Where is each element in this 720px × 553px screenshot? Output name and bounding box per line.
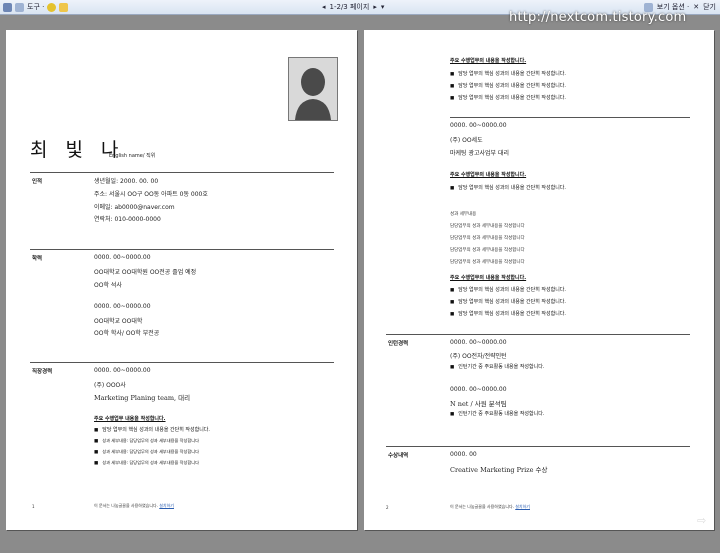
folder-icon[interactable]: [59, 2, 69, 12]
duty-bullet: 담당 업무의 핵심 성과의 내용을 간단히 작성합니다.: [450, 70, 566, 77]
career-line: 0000. 00~0000.00: [94, 367, 151, 374]
section-label-education: 학력: [32, 256, 43, 262]
highlight-icon[interactable]: [47, 2, 57, 12]
page-1: 최 빛 나 English name/ 직위 인적 생년월일: 2000. 00…: [6, 30, 357, 530]
page-2: 주요 수행업무의 내용을 작성합니다. 담당 업무의 핵심 성과의 내용을 간단…: [364, 30, 714, 530]
watermark-url: http://nextcom.tistory.com: [509, 10, 687, 25]
award-line: 0000. 00: [450, 451, 477, 458]
duties-header: 주요 수행업무의 내용을 작성합니다.: [450, 58, 527, 64]
footer-text: 이 문서는 나눔글꼴을 사용하였습니다.: [450, 504, 514, 509]
section-label-personal: 인적: [32, 179, 43, 185]
duty-bullet: 담당 업무의 핵심 성과의 내용을 간단히 작성합니다.: [450, 310, 566, 317]
education-line: 0000. 00~0000.00: [94, 303, 151, 310]
page-footer: 이 문서는 나눔글꼴을 사용하였습니다. 설치하기: [94, 503, 174, 509]
next-page-icon[interactable]: ▸: [373, 0, 377, 14]
career-line: 0000. 00~0000.00: [450, 122, 507, 129]
intern-line: (주) OO전자/전략인턴: [450, 353, 507, 360]
divider: [450, 117, 690, 118]
personal-line: 생년월일: 2000. 00. 00: [94, 178, 159, 185]
detail-line: 성과 세부내용: [450, 212, 477, 217]
divider: [30, 172, 334, 173]
education-line: 0000. 00~0000.00: [94, 254, 151, 261]
award-line: Creative Marketing Prize 수상: [450, 466, 548, 474]
print-icon[interactable]: [3, 2, 12, 12]
personal-line: 연락처: 010-0000-0000: [94, 216, 161, 223]
intern-line: N net / 사원 분석팀: [450, 400, 507, 408]
education-line: OO학 학사/ OO학 부전공: [94, 330, 160, 337]
more-icon[interactable]: ▾: [381, 0, 385, 14]
page-number: 1: [32, 504, 35, 509]
career-line: (주) OO세도: [450, 137, 483, 144]
profile-photo: [288, 57, 338, 121]
duty-bullet: 담당 업무의 핵심 성과의 내용을 간단히 작성합니다.: [450, 286, 566, 293]
detail-line: 담당업무의 성과 세부내용을 작성합니다: [450, 224, 525, 229]
footer-install-link[interactable]: 설치하기: [515, 504, 530, 509]
intern-line: 0000. 00~0000.00: [450, 386, 507, 393]
duties-header: 주요 수행업무의 내용을 작성합니다.: [450, 172, 527, 178]
career-line: Marketing Planing team, 대리: [94, 394, 191, 402]
career-line: 마케팅 광고사업부 대리: [450, 150, 510, 157]
divider: [386, 446, 690, 447]
section-label-intern: 인턴경력: [388, 341, 409, 347]
duty-bullet: 담당 업무의 핵심 성과의 내용을 간단히 작성합니다.: [450, 298, 566, 305]
page-indicator: 1-2/3 페이지: [329, 3, 370, 11]
tools-icon[interactable]: [15, 2, 24, 12]
career-duties-header: 주요 수행업무 내용을 작성합니다.: [94, 416, 166, 422]
personal-line: 주소: 서울시 OO구 OO동 아파트 0동 000호: [94, 191, 208, 198]
intern-bullet: 인턴기간 중 주요활동 내용을 작성합니다.: [450, 410, 544, 417]
divider: [30, 249, 334, 250]
duty-bullet: 담당 업무의 핵심 성과의 내용을 간단히 작성합니다.: [450, 184, 566, 191]
intern-line: 0000. 00~0000.00: [450, 339, 507, 346]
career-line: (주) OOO사: [94, 382, 126, 389]
career-bullet: 성과 세부내용: 담당업무의 성과 세부내용을 작성합니다: [94, 449, 199, 455]
next-page-arrow-icon[interactable]: ⇨: [697, 514, 706, 527]
career-bullet: 성과 세부내용: 담당업무의 성과 세부내용을 작성합니다: [94, 438, 199, 444]
person-silhouette-icon: [289, 58, 337, 120]
close-button[interactable]: 닫기: [703, 0, 716, 14]
detail-line: 담당업무의 성과 세부내용을 작성합니다: [450, 236, 525, 241]
duty-bullet: 담당 업무의 핵심 성과의 내용을 간단히 작성합니다.: [450, 82, 566, 89]
tools-menu[interactable]: 도구 ·: [27, 0, 44, 14]
footer-install-link[interactable]: 설치하기: [159, 503, 174, 508]
page-number: 2: [386, 505, 389, 510]
section-label-career: 직장경력: [32, 369, 53, 375]
education-line: OO대학교 OO대학: [94, 318, 143, 325]
career-bullet: 담당 업무의 핵심 성과의 내용을 간단히 작성합니다.: [94, 426, 210, 433]
close-icon[interactable]: ✕: [693, 0, 699, 14]
detail-line: 담당업무의 성과 세부내용을 작성합니다: [450, 248, 525, 253]
detail-line: 담당업무의 성과 세부내용을 작성합니다: [450, 260, 525, 265]
page-footer: 이 문서는 나눔글꼴을 사용하였습니다. 설치하기: [450, 504, 530, 510]
footer-text: 이 문서는 나눔글꼴을 사용하였습니다.: [94, 503, 158, 508]
prev-page-icon[interactable]: ◂: [322, 0, 326, 14]
english-name-title: English name/ 직위: [109, 153, 156, 159]
education-line: OO학 석사: [94, 282, 122, 289]
personal-line: 이메일: ab0000@naver.com: [94, 204, 175, 211]
career-bullet: 성과 세부내용: 담당업무의 성과 세부내용을 작성합니다: [94, 460, 199, 466]
duties-header: 주요 수행업무의 내용을 작성합니다.: [450, 275, 527, 281]
section-label-awards: 수상내역: [388, 453, 409, 459]
divider: [30, 362, 334, 363]
divider: [386, 334, 690, 335]
intern-bullet: 인턴기간 중 주요활동 내용을 작성합니다.: [450, 363, 544, 370]
education-line: OO대학교 OO대학원 OO전공 졸업 예정: [94, 269, 197, 276]
duty-bullet: 담당 업무의 핵심 성과의 내용을 간단히 작성합니다.: [450, 94, 566, 101]
